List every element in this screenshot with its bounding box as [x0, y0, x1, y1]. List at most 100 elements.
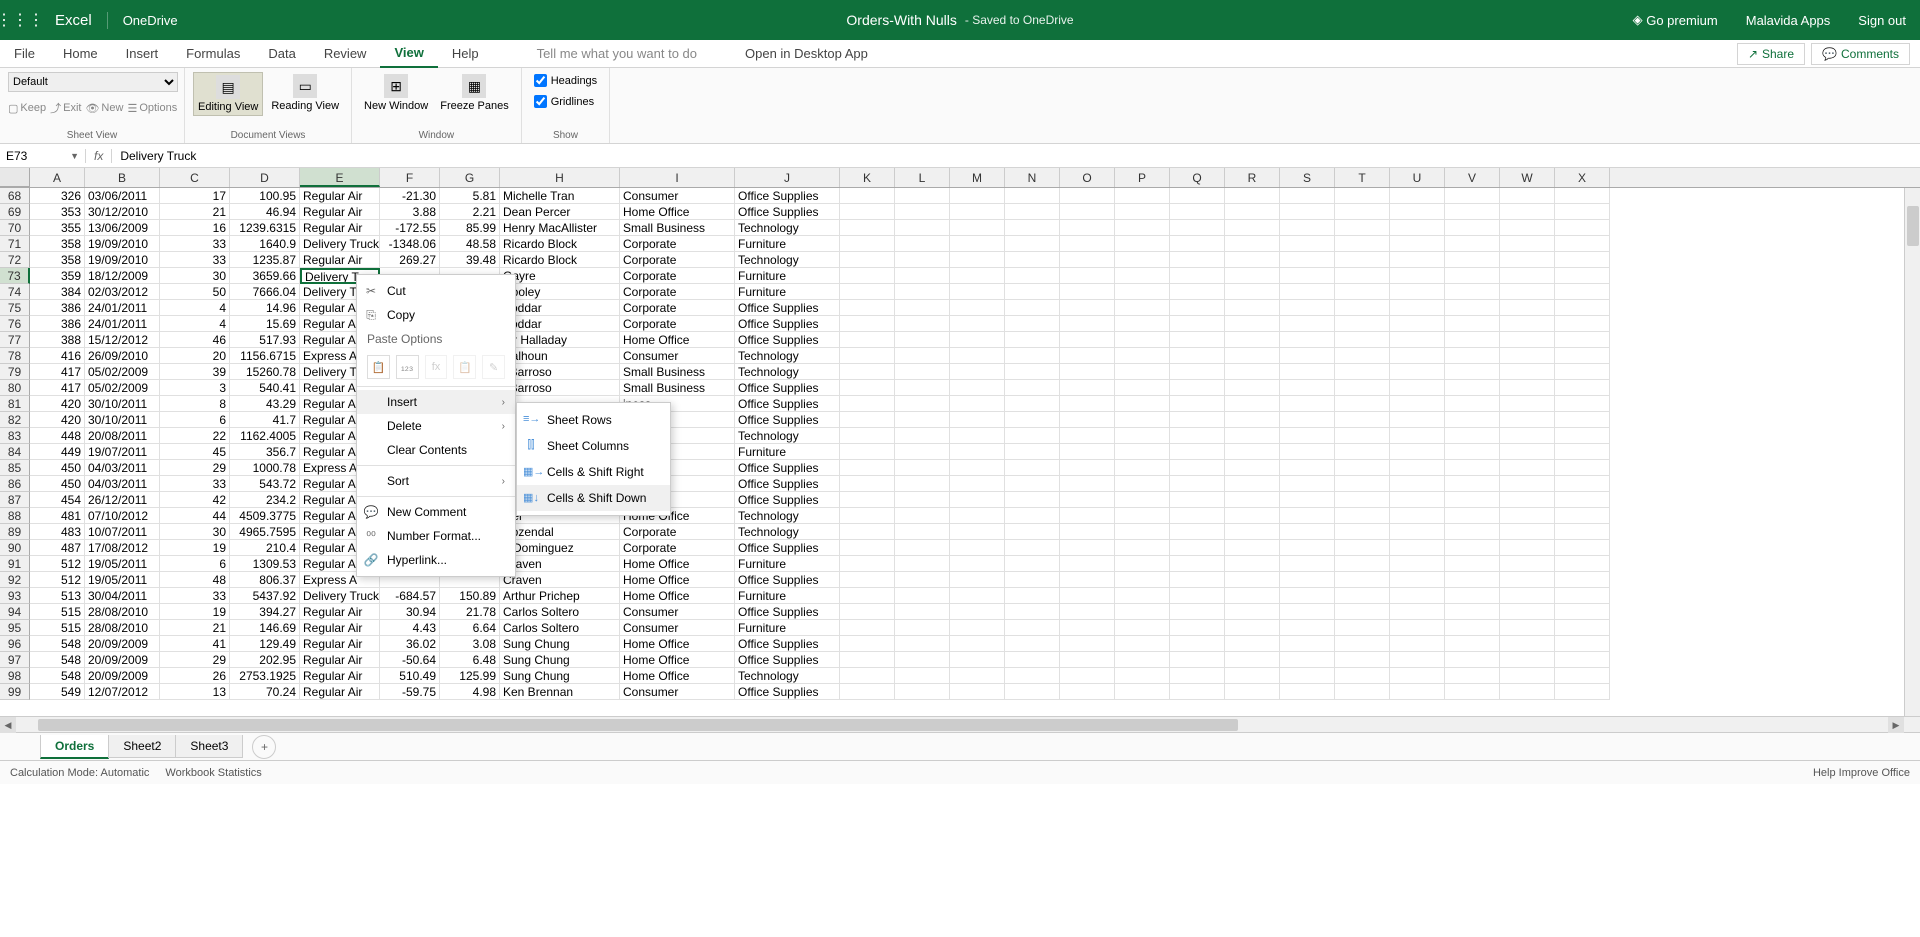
cell[interactable]: Regular Air: [300, 652, 380, 668]
cell[interactable]: [950, 300, 1005, 316]
cell[interactable]: [950, 364, 1005, 380]
cell[interactable]: 07/10/2012: [85, 508, 160, 524]
cell[interactable]: [1280, 508, 1335, 524]
cell[interactable]: [1500, 204, 1555, 220]
ctx-hyperlink[interactable]: 🔗 Hyperlink...: [357, 548, 515, 572]
cell[interactable]: [1005, 636, 1060, 652]
cell[interactable]: [1445, 604, 1500, 620]
cell[interactable]: Henry MacAllister: [500, 220, 620, 236]
cell[interactable]: [895, 460, 950, 476]
cell[interactable]: Corporate: [620, 540, 735, 556]
cell[interactable]: [840, 444, 895, 460]
col-header-D[interactable]: D: [230, 168, 300, 187]
cell[interactable]: [1225, 284, 1280, 300]
cell[interactable]: [950, 636, 1005, 652]
cell[interactable]: Furniture: [735, 284, 840, 300]
cell[interactable]: [840, 476, 895, 492]
cell[interactable]: [1390, 556, 1445, 572]
cell[interactable]: 358: [30, 236, 85, 252]
cell[interactable]: [1390, 460, 1445, 476]
cell[interactable]: [1445, 668, 1500, 684]
cell[interactable]: [1280, 396, 1335, 412]
cell[interactable]: 41: [160, 636, 230, 652]
cell[interactable]: [1170, 556, 1225, 572]
cell[interactable]: [1170, 300, 1225, 316]
cell[interactable]: [1555, 444, 1610, 460]
cell[interactable]: 30/04/2011: [85, 588, 160, 604]
cell[interactable]: [1115, 412, 1170, 428]
document-title[interactable]: Orders-With Nulls: [846, 12, 956, 28]
cell[interactable]: [1115, 652, 1170, 668]
cell[interactable]: [1555, 508, 1610, 524]
cell[interactable]: [1005, 412, 1060, 428]
cell[interactable]: [840, 572, 895, 588]
cell[interactable]: 4.43: [380, 620, 440, 636]
cell[interactable]: [1060, 220, 1115, 236]
cell[interactable]: [1170, 652, 1225, 668]
cell[interactable]: [1225, 300, 1280, 316]
cell[interactable]: [1335, 444, 1390, 460]
cell[interactable]: [1115, 588, 1170, 604]
cell[interactable]: [1005, 684, 1060, 700]
cell[interactable]: [1555, 492, 1610, 508]
cell[interactable]: Sung Chung: [500, 636, 620, 652]
cell[interactable]: [1115, 188, 1170, 204]
cell[interactable]: [950, 620, 1005, 636]
cell[interactable]: [1005, 668, 1060, 684]
comments-button[interactable]: 💬 Comments: [1811, 43, 1910, 65]
cell[interactable]: 46: [160, 332, 230, 348]
ctx-number-format[interactable]: ⁰⁰ Number Format...: [357, 524, 515, 548]
cell[interactable]: [1445, 396, 1500, 412]
cell[interactable]: 19: [160, 540, 230, 556]
row-header[interactable]: 80: [0, 380, 30, 396]
cell[interactable]: [1225, 636, 1280, 652]
new-window-button[interactable]: ⊞ New Window: [360, 72, 432, 114]
cell[interactable]: [1170, 668, 1225, 684]
row-header[interactable]: 96: [0, 636, 30, 652]
cell[interactable]: [1005, 428, 1060, 444]
cell[interactable]: [1390, 620, 1445, 636]
cell[interactable]: [1390, 348, 1445, 364]
cell[interactable]: [1115, 540, 1170, 556]
cell[interactable]: [1500, 604, 1555, 620]
cell[interactable]: [1500, 460, 1555, 476]
sheet-view-new[interactable]: 👁 New: [85, 100, 123, 116]
cell[interactable]: [840, 636, 895, 652]
cell[interactable]: 28/08/2010: [85, 620, 160, 636]
cell[interactable]: 05/02/2009: [85, 380, 160, 396]
cell[interactable]: [1335, 204, 1390, 220]
cell[interactable]: [1115, 236, 1170, 252]
cell[interactable]: 356.7: [230, 444, 300, 460]
cell[interactable]: [1005, 332, 1060, 348]
cell[interactable]: [1115, 316, 1170, 332]
cell[interactable]: [840, 220, 895, 236]
cell[interactable]: [1170, 588, 1225, 604]
cell[interactable]: [1115, 684, 1170, 700]
cell[interactable]: [840, 300, 895, 316]
cell[interactable]: [1390, 412, 1445, 428]
cell[interactable]: Technology: [735, 364, 840, 380]
cell[interactable]: Consumer: [620, 604, 735, 620]
cell[interactable]: [950, 396, 1005, 412]
cell[interactable]: [1115, 204, 1170, 220]
cell[interactable]: [1390, 188, 1445, 204]
cell[interactable]: 1162.4005: [230, 428, 300, 444]
cell[interactable]: 100.95: [230, 188, 300, 204]
row-header[interactable]: 69: [0, 204, 30, 220]
cell[interactable]: [950, 348, 1005, 364]
row-header[interactable]: 90: [0, 540, 30, 556]
cell[interactable]: Corporate: [620, 252, 735, 268]
cell[interactable]: [840, 620, 895, 636]
paste-option-1[interactable]: 📋: [367, 355, 390, 379]
col-header-C[interactable]: C: [160, 168, 230, 187]
cell[interactable]: 45: [160, 444, 230, 460]
cell[interactable]: [1060, 332, 1115, 348]
cell[interactable]: [1335, 348, 1390, 364]
cell[interactable]: [1390, 268, 1445, 284]
cell[interactable]: [1005, 204, 1060, 220]
cell[interactable]: [1555, 572, 1610, 588]
cell[interactable]: [1280, 236, 1335, 252]
sign-out-button[interactable]: Sign out: [1844, 0, 1920, 40]
cell[interactable]: [1335, 604, 1390, 620]
cell[interactable]: t Barroso: [500, 380, 620, 396]
